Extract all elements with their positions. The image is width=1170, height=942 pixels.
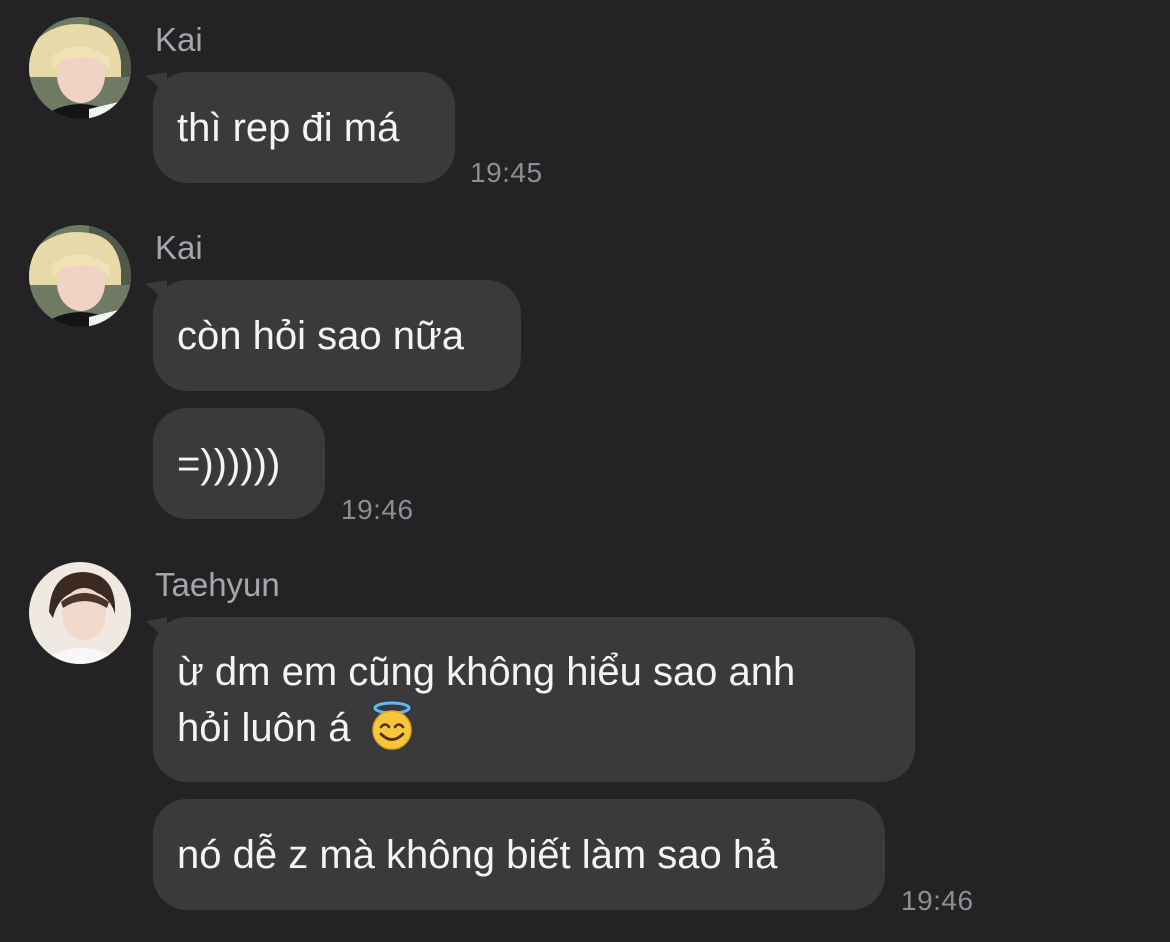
- message-text: =)))))): [177, 441, 281, 486]
- avatar-kai-image: [29, 17, 131, 119]
- message-bubble[interactable]: thì rep đi má: [153, 72, 455, 183]
- timestamp: 19:46: [901, 885, 974, 916]
- avatar-kai[interactable]: [29, 17, 131, 119]
- message-text-line-1: ừ dm em cũng không hiểu sao anh: [177, 649, 796, 694]
- sender-name: Taehyun: [155, 566, 280, 603]
- message-text-line-2: hỏi luôn á: [177, 699, 891, 755]
- timestamp: 19:46: [341, 494, 414, 525]
- message-text: thì rep đi má: [177, 105, 400, 150]
- avatar-kai[interactable]: [29, 225, 131, 327]
- avatar-kai-image: [29, 225, 131, 327]
- message-bubble[interactable]: còn hỏi sao nữa: [153, 280, 521, 391]
- message-text: còn hỏi sao nữa: [177, 313, 464, 358]
- message-bubble[interactable]: ừ dm em cũng không hiểu sao anh hỏi luôn…: [153, 617, 915, 782]
- avatar-taehyun-image: [29, 562, 131, 664]
- sender-name: Kai: [155, 229, 203, 266]
- avatar-taehyun[interactable]: [29, 562, 131, 664]
- smiling-face-with-halo-icon: [371, 701, 412, 750]
- sender-name: Kai: [155, 21, 203, 58]
- message-bubble[interactable]: =)))))): [153, 408, 325, 519]
- message-text: nó dễ z mà không biết làm sao hả: [177, 832, 778, 877]
- message-bubble[interactable]: nó dễ z mà không biết làm sao hả: [153, 799, 885, 910]
- message-text: hỏi luôn á: [177, 705, 351, 750]
- timestamp: 19:45: [470, 157, 543, 188]
